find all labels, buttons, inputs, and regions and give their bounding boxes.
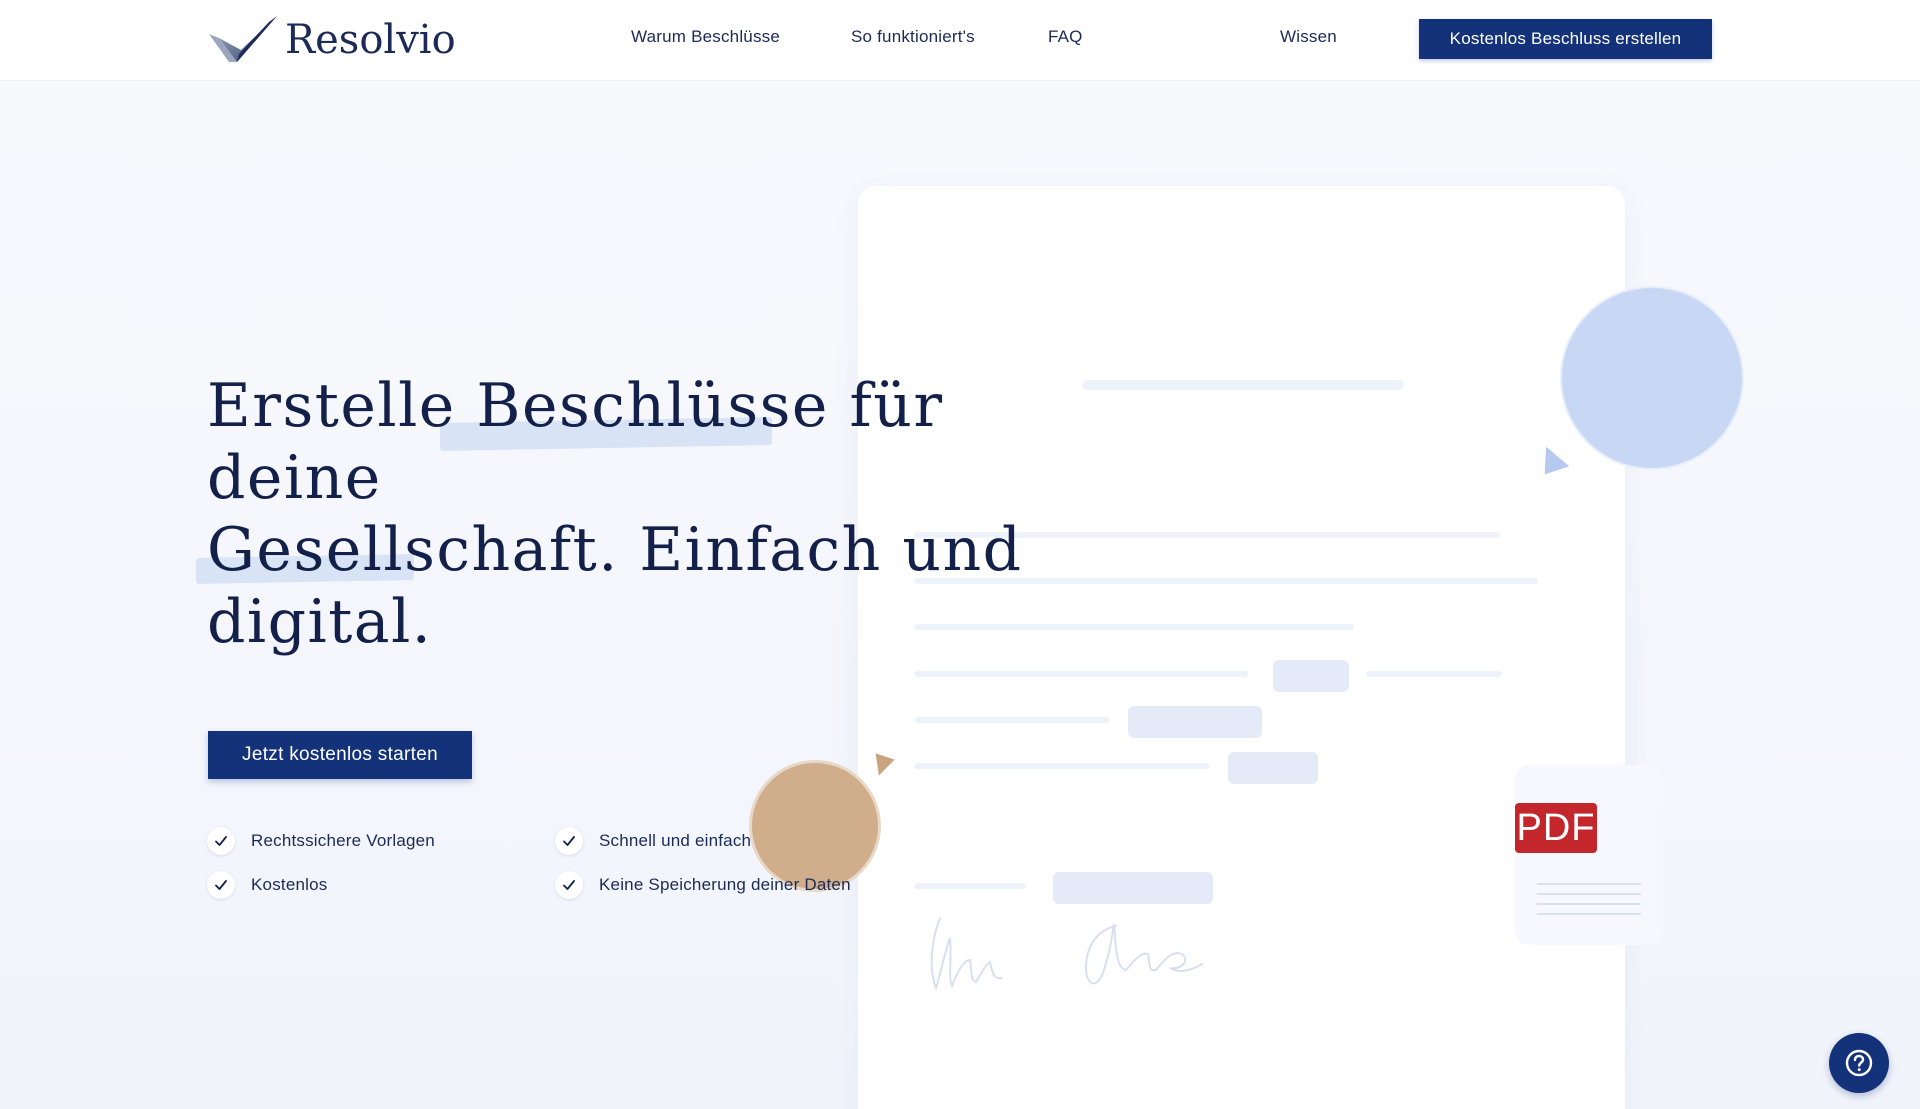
doc-text-line <box>914 671 1248 677</box>
doc-text-line <box>1366 671 1502 677</box>
pdf-text-line <box>1537 883 1641 885</box>
feature-item: Rechtssichere Vorlagen <box>207 826 435 856</box>
headline-line-1: Erstelle Beschlüsse für deine <box>207 371 944 513</box>
doc-input-field <box>1228 752 1318 784</box>
help-button[interactable] <box>1829 1033 1889 1093</box>
nav-link-wissen[interactable]: Wissen <box>1280 27 1337 47</box>
check-icon <box>207 827 235 855</box>
pdf-badge: PDF <box>1515 803 1597 853</box>
logo-link[interactable]: Resolvio <box>207 14 456 66</box>
pdf-document-icon: PDF <box>1515 765 1663 945</box>
nav-link-faq[interactable]: FAQ <box>1048 27 1083 47</box>
site-header: Resolvio Warum Beschlüsse So funktionier… <box>0 0 1920 80</box>
doc-input-field <box>1053 872 1213 904</box>
check-icon <box>555 827 583 855</box>
doc-text-line <box>914 763 1210 769</box>
doc-text-line <box>914 883 1026 889</box>
pdf-text-line <box>1537 913 1641 915</box>
feature-item: Schnell und einfach <box>555 826 751 856</box>
feature-label: Rechtssichere Vorlagen <box>251 831 435 850</box>
headline-line-2: Gesellschaft. Einfach und <box>207 515 1023 585</box>
feature-label: Kostenlos <box>251 875 328 894</box>
doc-title-line <box>1082 380 1404 390</box>
feature-item: Keine Speicherung deiner Daten <box>555 870 851 900</box>
nav-link-so-funktionierts[interactable]: So funktioniert's <box>851 27 975 47</box>
brand-name: Resolvio <box>285 17 456 63</box>
hero-section: PDF Erstelle Beschlüsse für deine Gesell… <box>0 80 1920 1109</box>
feature-label: Schnell und einfach <box>599 831 752 850</box>
signature-icon <box>930 917 1203 992</box>
question-icon <box>1845 1049 1873 1077</box>
feature-item: Kostenlos <box>207 870 327 900</box>
nav-link-warum-beschluesse[interactable]: Warum Beschlüsse <box>631 27 780 47</box>
pdf-text-line <box>1537 903 1641 905</box>
check-icon <box>207 871 235 899</box>
check-icon <box>555 871 583 899</box>
feature-label: Keine Speicherung deiner Daten <box>599 875 851 894</box>
doc-text-line <box>914 717 1110 723</box>
checkmark-logo-icon <box>209 16 277 62</box>
start-free-button[interactable]: Jetzt kostenlos starten <box>208 731 472 779</box>
decorative-blue-circle <box>1562 288 1742 468</box>
create-resolution-button[interactable]: Kostenlos Beschluss erstellen <box>1419 19 1712 59</box>
doc-input-field <box>1128 706 1262 738</box>
doc-input-field <box>1273 660 1349 692</box>
hero-headline: Erstelle Beschlüsse für deine Gesellscha… <box>207 370 1107 658</box>
headline-line-3: digital. <box>207 587 433 657</box>
pdf-text-line <box>1537 893 1641 895</box>
